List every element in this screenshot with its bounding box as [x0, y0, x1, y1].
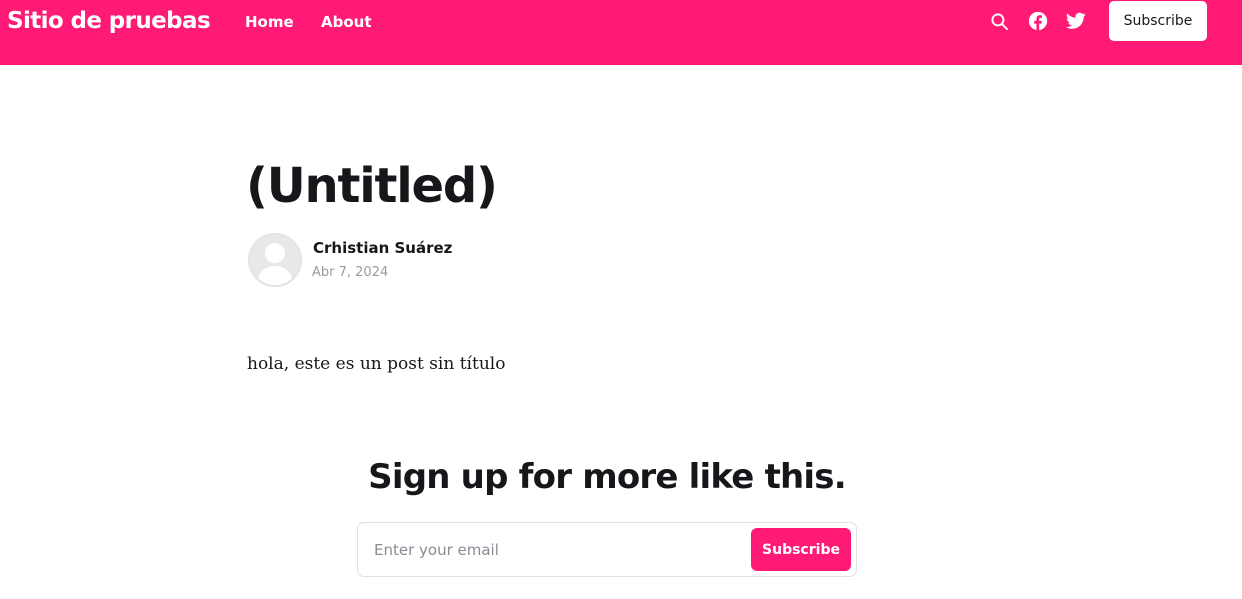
signup-title: Sign up for more like this.	[368, 457, 846, 497]
facebook-icon[interactable]	[1028, 11, 1048, 31]
site-title-link[interactable]: Sitio de pruebas	[7, 6, 211, 36]
nav-home-link[interactable]: Home	[245, 12, 294, 32]
author-name-link[interactable]: Crhistian Suárez	[313, 238, 452, 258]
signup-subscribe-button[interactable]: Subscribe	[751, 528, 851, 571]
post-content: hola, este es un post sin título	[247, 354, 506, 374]
author-avatar[interactable]	[248, 233, 302, 287]
site-header: Sitio de pruebas Home About Subscribe	[0, 0, 1242, 65]
twitter-icon[interactable]	[1066, 11, 1086, 31]
header-subscribe-button[interactable]: Subscribe	[1109, 1, 1207, 41]
search-icon[interactable]	[989, 11, 1009, 31]
post-date: Abr 7, 2024	[312, 265, 389, 280]
user-placeholder-icon	[250, 235, 300, 285]
nav-about-link[interactable]: About	[321, 12, 372, 32]
signup-form: Subscribe	[357, 522, 857, 577]
post-title: (Untitled)	[246, 158, 498, 214]
email-input[interactable]	[372, 531, 742, 569]
